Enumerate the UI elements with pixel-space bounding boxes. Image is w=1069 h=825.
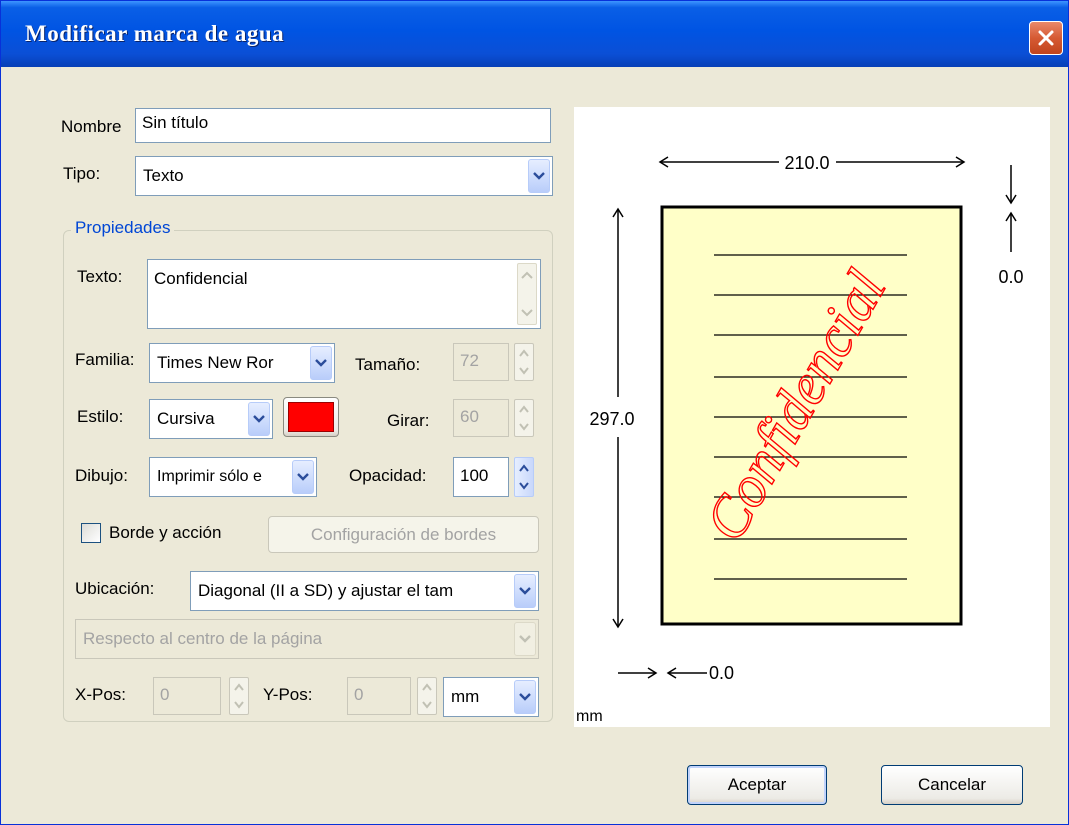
top-margin-dimension [1005,165,1017,252]
text-scrollbar[interactable] [517,263,537,325]
spinner-up-icon [519,464,529,472]
drawing-select[interactable]: Imprimir sólo e [149,457,317,497]
chevron-down-icon[interactable] [528,159,550,193]
drawing-label: Dibujo: [75,466,128,485]
unit-select[interactable]: mm [443,677,539,717]
ypos-label: Y-Pos: [263,685,313,704]
left-margin-dimension [618,667,707,679]
rotate-spinner[interactable] [514,399,534,437]
cancel-button[interactable]: Cancelar [881,765,1023,805]
chevron-down-icon [521,309,533,317]
text-label: Texto: [77,267,123,286]
dialog-window: Modificar marca de agua Nombre Sin títul… [0,0,1069,825]
location-label: Ubicación: [75,579,155,598]
type-select-value: Texto [143,166,184,185]
dialog-title: Modificar marca de agua [25,21,285,46]
family-label: Familia: [75,350,135,369]
size-label: Tamaño: [355,355,421,374]
title-bar[interactable]: Modificar marca de agua [1,1,1068,67]
chevron-down-icon[interactable] [248,402,270,436]
spinner-up-icon [519,405,529,413]
font-style-select[interactable]: Cursiva [149,399,273,439]
spinner-down-icon [519,367,529,375]
border-action-label: Borde y acción [109,523,222,542]
unit-value: mm [451,687,480,706]
font-size-spinner[interactable] [514,343,534,381]
spinner-down-icon [234,701,244,709]
font-family-value: Times New Ror [157,353,274,372]
xpos-label: X-Pos: [75,685,127,704]
opacity-input[interactable]: 100 [453,457,509,497]
location-select[interactable]: Diagonal (II a SD) y ajustar el tam [190,571,539,611]
chevron-down-icon[interactable] [292,460,314,494]
ok-button[interactable]: Aceptar [687,765,827,805]
font-family-select[interactable]: Times New Ror [149,343,335,383]
color-picker-button[interactable] [283,397,339,437]
watermark-preview: 210.0 297.0 0.0 Confidencial 0.0 mm [574,107,1050,727]
rotate-label: Girar: [387,411,430,430]
style-label: Estilo: [77,407,124,426]
type-label: Tipo: [63,164,101,183]
chevron-down-icon[interactable] [514,574,536,608]
border-settings-button[interactable]: Configuración de bordes [268,516,539,553]
preview-canvas: 210.0 297.0 0.0 Confidencial 0.0 mm [576,153,1024,725]
close-icon [1038,30,1054,46]
top-margin-label: 0.0 [998,267,1023,287]
opacity-spinner[interactable] [514,457,534,497]
rotate-input[interactable]: 60 [453,399,509,437]
location-value: Diagonal (II a SD) y ajustar el tam [198,581,454,600]
type-select[interactable]: Texto [135,156,553,196]
chevron-down-icon[interactable] [310,346,332,380]
spinner-down-icon [422,701,432,709]
unit-label: mm [576,708,603,725]
ypos-spinner[interactable] [417,677,437,715]
close-button[interactable] [1029,21,1063,55]
relative-position-select[interactable]: Respecto al centro de la página [75,619,539,659]
opacity-label: Opacidad: [349,466,427,485]
chevron-down-icon[interactable] [514,622,536,656]
spinner-up-icon [422,683,432,691]
chevron-down-icon[interactable] [514,680,536,714]
drawing-value: Imprimir sólo e [157,468,262,485]
ypos-input[interactable]: 0 [347,677,411,715]
height-label: 297.0 [589,409,634,429]
spinner-up-icon [234,683,244,691]
font-style-value: Cursiva [157,409,215,428]
watermark-text-input[interactable]: Confidencial [147,259,541,329]
watermark-text-value: Confidencial [154,269,248,288]
spinner-down-icon [519,423,529,431]
spinner-down-icon [519,482,529,490]
left-margin-label: 0.0 [709,663,734,683]
chevron-up-icon [521,271,533,279]
name-label: Nombre [61,117,122,136]
name-input[interactable]: Sin título [135,108,551,143]
xpos-input[interactable]: 0 [153,677,221,715]
color-swatch [288,402,334,432]
width-label: 210.0 [784,153,829,173]
font-size-input[interactable]: 72 [453,343,509,381]
properties-group-label: Propiedades [71,218,175,238]
xpos-spinner[interactable] [229,677,249,715]
spinner-up-icon [519,349,529,357]
relative-position-value: Respecto al centro de la página [83,629,323,648]
border-action-checkbox[interactable] [81,523,101,543]
